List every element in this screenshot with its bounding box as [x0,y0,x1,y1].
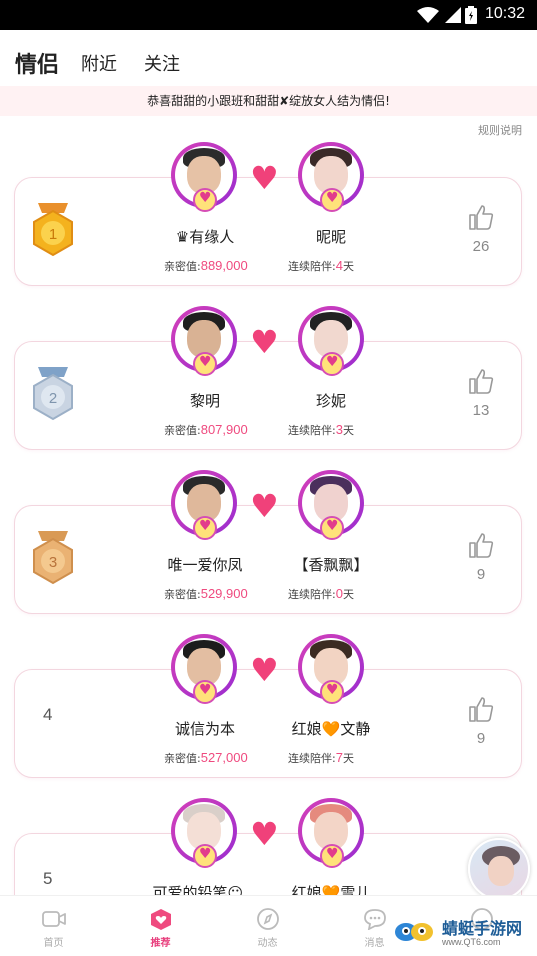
couple-rank-item[interactable]: 3 ♥ 唯一爱你凤 【香飘飘】 亲密值:529,900 连续陪伴:0天 9 [0,470,537,620]
couple-badge-icon [320,352,344,376]
battery-icon [465,6,477,24]
like-count: 9 [476,566,486,583]
tab-couples[interactable]: 情侣 [15,47,59,79]
left-avatar[interactable] [171,306,237,376]
tab-nearby[interactable]: 附近 [81,50,117,76]
intimacy-stat: 亲密值:529,900 [164,586,248,601]
right-avatar[interactable] [298,470,364,540]
couple-badge-icon [193,680,217,704]
rules-link[interactable]: 规则说明 [478,122,522,138]
left-avatar[interactable] [171,470,237,540]
site-watermark: 蜻蜓手游网 www.QT6.com [390,912,535,952]
nav-label: 首页 [43,938,64,949]
couple-rank-item[interactable]: 2 ♥ 黎明 珍妮 亲密值:807,900 连续陪伴:3天 13 [0,306,537,456]
like-count: 9 [476,730,486,747]
intimacy-stat: 亲密值:889,000 [164,258,248,273]
heart-icon: ♥ [250,651,279,689]
left-user-name: 诚信为本 [174,720,235,738]
nav-home[interactable]: 首页 [0,896,107,956]
dragonfly-logo-icon [395,923,433,941]
status-bar: 10:32 [0,0,537,30]
chat-icon [364,909,386,930]
heart-icon: ♥ [250,159,279,197]
left-avatar[interactable] [171,142,237,212]
right-user-name: 昵昵 [315,228,346,246]
svg-text:2: 2 [49,390,57,407]
right-user-name: 珍妮 [315,392,346,410]
announcement-banner: 恭喜甜甜的小跟班和甜甜✘绽放女人结为情侣! [0,86,537,116]
streak-stat: 连续陪伴:7天 [288,750,354,765]
streak-stat: 连续陪伴:4天 [288,258,354,273]
wifi-icon [417,7,439,23]
silver-medal-icon: 2 [33,367,73,421]
streak-stat: 连续陪伴:3天 [288,422,354,437]
couple-badge-icon [320,680,344,704]
bronze-medal-icon: 3 [33,531,73,585]
couple-badge-icon [193,516,217,540]
left-user-name: 唯一爱你凤 [167,556,243,574]
nav-label: 动态 [257,938,278,949]
heart-icon: ♥ [250,815,279,853]
right-avatar[interactable] [298,306,364,376]
streak-stat: 连续陪伴:0天 [288,586,354,601]
left-avatar[interactable] [171,634,237,704]
svg-text:3: 3 [49,554,57,571]
nav-label: 推荐 [150,938,171,949]
tab-following[interactable]: 关注 [144,50,180,76]
svg-text:1: 1 [49,226,57,243]
nav-recommend[interactable]: 推荐 [107,896,214,956]
signal-icon [445,7,461,23]
intimacy-stat: 亲密值:527,000 [164,750,248,765]
couple-badge-icon [193,844,217,868]
couple-rank-item[interactable]: 4 ♥ 诚信为本 红娘🧡文静 亲密值:527,000 连续陪伴:7天 9 [0,634,537,784]
gold-medal-icon: 1 [33,203,73,257]
compass-icon [257,908,279,930]
top-tabs: 情侣 附近 关注 [0,30,537,86]
right-avatar[interactable] [298,634,364,704]
left-avatar[interactable] [171,798,237,868]
right-avatar[interactable] [298,142,364,212]
thumbs-up-icon[interactable] [467,203,495,231]
right-avatar[interactable] [298,798,364,868]
watermark-text: 蜻蜓手游网 [442,919,523,938]
video-icon [42,911,66,927]
heart-icon [151,909,171,930]
right-user-name: 【香飘飘】 [293,556,369,574]
couple-badge-icon [320,188,344,212]
couple-rank-item[interactable]: 1 ♥ ♛有缘人 昵昵 亲密值:889,000 连续陪伴:4天 26 [0,142,537,292]
couple-badge-icon [320,844,344,868]
heart-icon: ♥ [250,487,279,525]
status-time: 10:32 [484,5,525,22]
nav-moments[interactable]: 动态 [214,896,321,956]
watermark-url: www.QT6.com [442,937,501,947]
heart-icon: ♥ [250,323,279,361]
right-user-name: 红娘🧡文静 [291,720,371,738]
thumbs-up-icon[interactable] [467,367,495,395]
couple-badge-icon [320,516,344,540]
floating-user-avatar[interactable] [468,838,530,900]
couple-badge-icon [193,352,217,376]
intimacy-stat: 亲密值:807,900 [164,422,248,437]
rank-number: 4 [43,705,53,724]
thumbs-up-icon[interactable] [467,695,495,723]
left-user-name: 黎明 [189,392,220,410]
left-user-name: ♛有缘人 [175,228,235,246]
like-count: 13 [472,402,490,419]
thumbs-up-icon[interactable] [467,531,495,559]
couple-badge-icon [193,188,217,212]
like-count: 26 [472,238,490,255]
rank-number: 5 [43,869,53,888]
